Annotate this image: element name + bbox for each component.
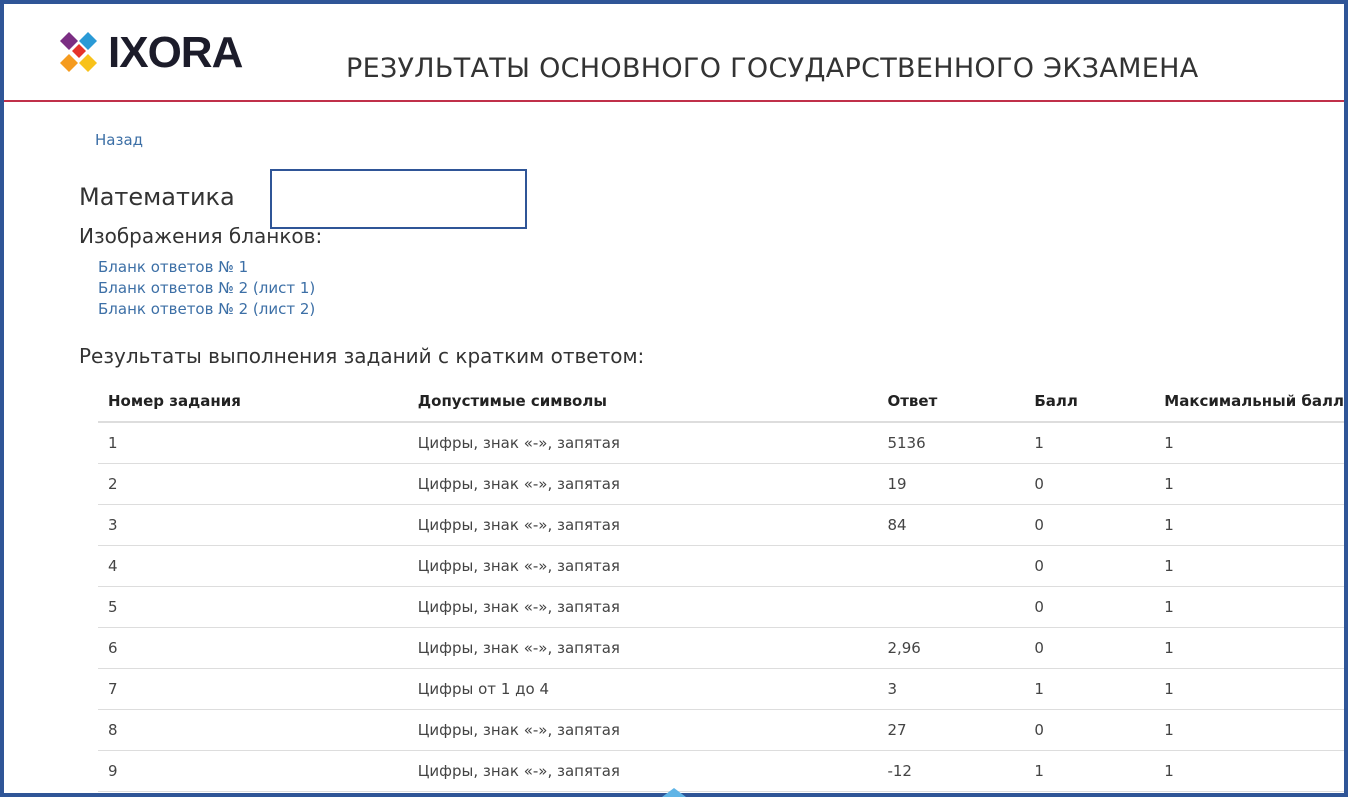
task-number-cell: 2: [98, 463, 408, 505]
form-images-list: Бланк ответов № 1 Бланк ответов № 2 (лис…: [98, 257, 315, 320]
allowed-symbols-cell: Цифры, знак «-», запятая: [407, 750, 878, 792]
task-number-cell: 3: [98, 504, 408, 546]
table-header-row: Номер задания Допустимые символы Ответ Б…: [98, 380, 1344, 423]
task-number-cell: 4: [98, 545, 408, 587]
allowed-symbols-cell: Цифры, знак «-», запятая: [407, 422, 878, 464]
table-row: 1 Цифры, знак «-», запятая 5136 1 1: [98, 422, 1344, 464]
score-cell: 0: [1024, 504, 1155, 546]
task-number-cell: 6: [98, 627, 408, 669]
task-number-cell: 7: [98, 668, 408, 710]
task-number-cell: 9: [98, 750, 408, 792]
allowed-symbols-cell: Цифры от 1 до 4: [407, 668, 878, 710]
ixora-logo: IXORA: [58, 28, 243, 77]
table-row: 7 Цифры от 1 до 4 3 1 1: [98, 668, 1344, 710]
max-score-cell: 1: [1154, 504, 1344, 546]
allowed-symbols-cell: Цифры, знак «-», запятая: [407, 627, 878, 669]
score-cell: 0: [1024, 586, 1155, 628]
score-cell: 0: [1024, 463, 1155, 505]
form-link-answers-2-sheet-1[interactable]: Бланк ответов № 2 (лист 1): [98, 278, 315, 299]
allowed-symbols-cell: Цифры, знак «-», запятая: [407, 504, 878, 546]
max-score-cell: 1: [1154, 627, 1344, 669]
max-score-cell: 1: [1154, 709, 1344, 751]
answer-cell: 19: [877, 463, 1025, 505]
max-score-cell: 1: [1154, 750, 1344, 792]
max-score-cell: 1: [1154, 422, 1344, 464]
task-number-cell: 8: [98, 709, 408, 751]
table-row: 4 Цифры, знак «-», запятая 0 1: [98, 545, 1344, 587]
table-row: 9 Цифры, знак «-», запятая -12 1 1: [98, 750, 1344, 792]
answer-cell: [877, 545, 1025, 587]
allowed-symbols-cell: Цифры, знак «-», запятая: [407, 586, 878, 628]
answer-cell: 2,96: [877, 627, 1025, 669]
allowed-symbols-cell: Цифры, знак «-», запятая: [407, 709, 878, 751]
form-link-answers-1[interactable]: Бланк ответов № 1: [98, 257, 315, 278]
score-cell: 0: [1024, 627, 1155, 669]
allowed-symbols-cell: Цифры, знак «-», запятая: [407, 463, 878, 505]
max-score-cell: 1: [1154, 586, 1344, 628]
table-row: 6 Цифры, знак «-», запятая 2,96 0 1: [98, 627, 1344, 669]
column-header-task-number: Номер задания: [98, 380, 408, 423]
score-cell: 1: [1024, 668, 1155, 710]
max-score-cell: 1: [1154, 545, 1344, 587]
answer-cell: 84: [877, 504, 1025, 546]
answer-cell: -12: [877, 750, 1025, 792]
task-number-cell: 1: [98, 422, 408, 464]
max-score-cell: 1: [1154, 463, 1344, 505]
answer-cell: [877, 586, 1025, 628]
task-number-cell: 5: [98, 586, 408, 628]
allowed-symbols-cell: Цифры, знак «-», запятая: [407, 545, 878, 587]
page-header: IXORA РЕЗУЛЬТАТЫ ОСНОВНОГО ГОСУДАРСТВЕНН…: [4, 4, 1344, 102]
page-title: РЕЗУЛЬТАТЫ ОСНОВНОГО ГОСУДАРСТВЕННОГО ЭК…: [346, 53, 1199, 84]
max-score-cell: 1: [1154, 668, 1344, 710]
table-row: 5 Цифры, знак «-», запятая 0 1: [98, 586, 1344, 628]
table-row: 3 Цифры, знак «-», запятая 84 0 1: [98, 504, 1344, 546]
redacted-name-box: [270, 169, 527, 229]
form-images-heading: Изображения бланков:: [79, 224, 323, 248]
score-cell: 0: [1024, 709, 1155, 751]
table-row: 2 Цифры, знак «-», запятая 19 0 1: [98, 463, 1344, 505]
column-header-max-score: Максимальный балл: [1154, 380, 1344, 423]
score-cell: 0: [1024, 545, 1155, 587]
column-header-allowed-symbols: Допустимые символы: [407, 380, 878, 423]
answer-cell: 27: [877, 709, 1025, 751]
column-header-answer: Ответ: [877, 380, 1025, 423]
score-cell: 1: [1024, 422, 1155, 464]
form-link-answers-2-sheet-2[interactable]: Бланк ответов № 2 (лист 2): [98, 299, 315, 320]
answer-cell: 5136: [877, 422, 1025, 464]
subject-title: Математика: [79, 183, 235, 211]
results-heading: Результаты выполнения заданий с кратким …: [79, 344, 645, 368]
logo-text: IXORA: [108, 28, 243, 77]
page-frame: IXORA РЕЗУЛЬТАТЫ ОСНОВНОГО ГОСУДАРСТВЕНН…: [4, 4, 1344, 793]
back-link[interactable]: Назад: [95, 131, 143, 149]
ixora-logo-mark-icon: [60, 32, 97, 72]
scroll-indicator-icon: [662, 788, 686, 797]
column-header-score: Балл: [1024, 380, 1155, 423]
results-table: Номер задания Допустимые символы Ответ Б…: [98, 380, 1344, 792]
score-cell: 1: [1024, 750, 1155, 792]
answer-cell: 3: [877, 668, 1025, 710]
table-row: 8 Цифры, знак «-», запятая 27 0 1: [98, 709, 1344, 751]
